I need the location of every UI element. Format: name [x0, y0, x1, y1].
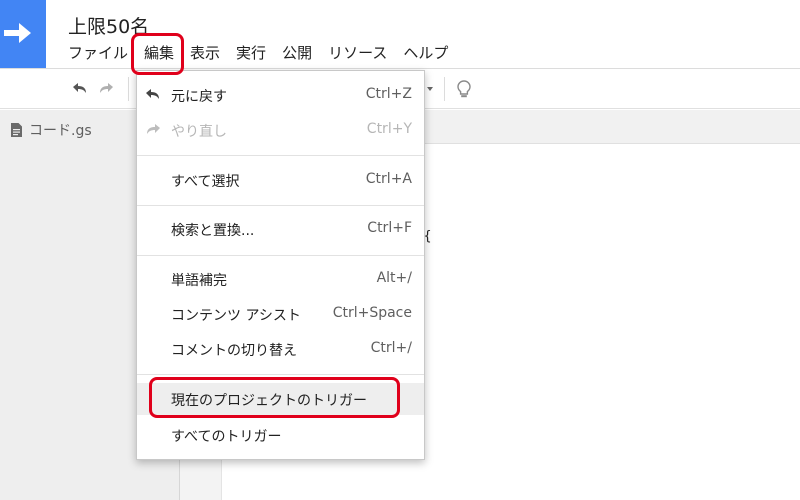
toolbar-divider: [128, 77, 129, 101]
menu-item-content-assist[interactable]: コンテンツ アシスト Ctrl+Space: [137, 298, 424, 330]
menu-item-shortcut: Ctrl+A: [365, 171, 412, 187]
lightbulb-icon[interactable]: [453, 78, 475, 100]
dropdown-caret-icon[interactable]: [423, 78, 445, 100]
menu-item-shortcut: Ctrl+Z: [365, 86, 412, 102]
menu-item-current-project-triggers[interactable]: 現在のプロジェクトのトリガー: [137, 383, 424, 415]
undo-icon: [145, 87, 161, 101]
edit-menu-dropdown: 元に戻す Ctrl+Z やり直し Ctrl+Y すべて選択 Ctrl+A 検索と…: [136, 70, 425, 460]
menu-item-label: すべて選択: [171, 174, 240, 190]
menu-resources[interactable]: リソース: [320, 38, 395, 66]
menu-item-label: 検索と置換...: [171, 223, 255, 239]
menu-item-word-completion[interactable]: 単語補完 Alt+/: [137, 263, 424, 295]
menu-item-label: 単語補完: [171, 273, 227, 289]
arrow-right-icon: [4, 23, 31, 43]
file-label: コード.gs: [29, 123, 92, 139]
menu-item-find-replace[interactable]: 検索と置換... Ctrl+F: [137, 213, 424, 245]
menu-separator: [137, 205, 424, 206]
menu-view[interactable]: 表示: [182, 38, 228, 66]
menu-item-label: 現在のプロジェクトのトリガー: [171, 393, 367, 409]
menu-item-select-all[interactable]: すべて選択 Ctrl+A: [137, 164, 424, 196]
redo-icon: [145, 122, 161, 136]
menu-separator: [137, 255, 424, 256]
menu-item-redo[interactable]: やり直し Ctrl+Y: [137, 114, 424, 146]
document-icon: [11, 123, 22, 137]
menu-item-shortcut: Ctrl+/: [370, 340, 412, 356]
menu-item-shortcut: Alt+/: [376, 270, 412, 286]
menu-edit[interactable]: 編集: [136, 38, 182, 66]
menu-item-shortcut: Ctrl+Y: [366, 121, 412, 137]
project-title[interactable]: 上限50名: [68, 12, 149, 39]
menu-item-all-triggers[interactable]: すべてのトリガー: [137, 419, 424, 451]
menu-separator: [137, 374, 424, 375]
menu-item-label: コメントの切り替え: [171, 343, 297, 359]
app-logo[interactable]: [0, 0, 46, 68]
menu-item-label: コンテンツ アシスト: [171, 308, 301, 324]
redo-icon[interactable]: [96, 78, 118, 100]
menu-item-toggle-comment[interactable]: コメントの切り替え Ctrl+/: [137, 333, 424, 365]
menu-item-shortcut: Ctrl+Space: [332, 305, 412, 321]
menu-item-label: すべてのトリガー: [171, 429, 282, 445]
menu-separator: [137, 155, 424, 156]
menu-item-label: 元に戻す: [171, 89, 227, 105]
toolbar-divider: [444, 77, 445, 101]
menu-item-shortcut: Ctrl+F: [367, 220, 412, 236]
file-item-code-gs[interactable]: コード.gs: [10, 120, 92, 140]
menu-file[interactable]: ファイル: [60, 38, 136, 66]
undo-icon[interactable]: [68, 78, 90, 100]
menu-item-undo[interactable]: 元に戻す Ctrl+Z: [137, 79, 424, 111]
menu-publish[interactable]: 公開: [274, 38, 320, 66]
menu-help[interactable]: ヘルプ: [395, 38, 456, 66]
menu-item-label: やり直し: [171, 124, 227, 140]
menu-bar: ファイル 編集 表示 実行 公開 リソース ヘルプ: [60, 38, 456, 66]
menu-run[interactable]: 実行: [228, 38, 274, 66]
